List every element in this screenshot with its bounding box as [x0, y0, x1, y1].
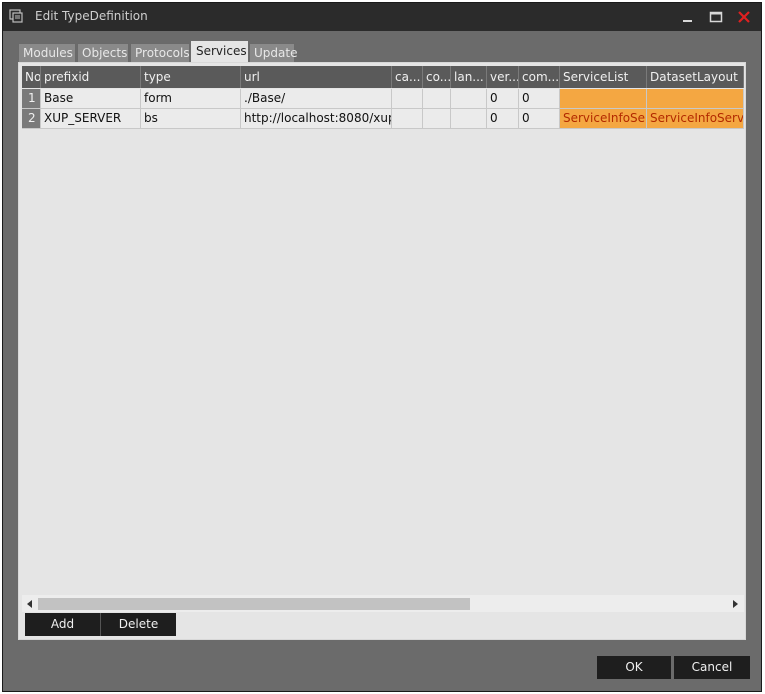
column-header-datasetlayout[interactable]: DatasetLayout [647, 66, 744, 88]
horizontal-scrollbar[interactable] [22, 595, 744, 612]
cell-type[interactable]: bs [141, 109, 241, 129]
maximize-icon [709, 11, 723, 23]
cell-co[interactable] [423, 89, 451, 109]
tab-protocols[interactable]: Protocols [130, 43, 190, 63]
minimize-icon [683, 20, 692, 22]
maximize-button[interactable] [703, 8, 729, 26]
cell-lan[interactable] [451, 109, 487, 129]
cell-ca[interactable] [392, 109, 423, 129]
cell-servicelist[interactable] [560, 89, 647, 109]
window-icon [9, 9, 23, 23]
column-header-type[interactable]: type [141, 66, 241, 88]
row-number[interactable]: 1 [22, 89, 41, 109]
column-header-prefixid[interactable]: prefixid [41, 66, 141, 88]
delete-button[interactable]: Delete [100, 613, 176, 636]
row-number[interactable]: 2 [22, 109, 41, 129]
cell-type[interactable]: form [141, 89, 241, 109]
cell-lan[interactable] [451, 89, 487, 109]
title-bar[interactable]: Edit TypeDefinition [3, 3, 761, 31]
cell-com[interactable]: 0 [519, 109, 560, 129]
column-header-com[interactable]: com... [519, 66, 560, 88]
cell-ver[interactable]: 0 [487, 109, 519, 129]
scroll-left-icon[interactable] [25, 599, 35, 609]
cell-ca[interactable] [392, 89, 423, 109]
cell-prefixid[interactable]: Base [41, 89, 141, 109]
edit-typedefinition-dialog: Edit TypeDefinition Modules Objects Prot… [2, 2, 762, 692]
tab-objects[interactable]: Objects [77, 43, 129, 63]
cell-url[interactable]: http://localhost:8080/xup/ [241, 109, 392, 129]
column-header-url[interactable]: url [241, 66, 392, 88]
cell-co[interactable] [423, 109, 451, 129]
cell-servicelist[interactable]: ServiceInfoSe... [560, 109, 647, 129]
scrollbar-thumb[interactable] [38, 598, 470, 610]
close-icon [738, 11, 750, 23]
add-button[interactable]: Add [25, 613, 100, 636]
window-title: Edit TypeDefinition [35, 9, 148, 23]
column-header-ca[interactable]: ca... [392, 66, 423, 88]
cancel-button[interactable]: Cancel [674, 656, 750, 679]
cell-datasetlayout[interactable]: ServiceInfoServi... [647, 109, 744, 129]
services-panel: No prefixid type url ca... co... lan... … [18, 62, 746, 640]
minimize-button[interactable] [675, 8, 701, 26]
column-header-co[interactable]: co... [423, 66, 451, 88]
services-grid: No prefixid type url ca... co... lan... … [22, 66, 744, 612]
ok-button[interactable]: OK [597, 656, 671, 679]
close-button[interactable] [731, 8, 757, 26]
column-header-no[interactable]: No [22, 66, 41, 88]
tab-update[interactable]: Update [249, 43, 297, 63]
column-header-servicelist[interactable]: ServiceList [560, 66, 647, 88]
cell-datasetlayout[interactable] [647, 89, 744, 109]
tab-modules[interactable]: Modules [18, 43, 76, 63]
tab-services[interactable]: Services [191, 41, 248, 63]
cell-url[interactable]: ./Base/ [241, 89, 392, 109]
cell-com[interactable]: 0 [519, 89, 560, 109]
scroll-right-icon[interactable] [730, 599, 740, 609]
cell-ver[interactable]: 0 [487, 89, 519, 109]
column-header-ver[interactable]: ver... [487, 66, 519, 88]
cell-prefixid[interactable]: XUP_SERVER [41, 109, 141, 129]
column-header-lan[interactable]: lan... [451, 66, 487, 88]
